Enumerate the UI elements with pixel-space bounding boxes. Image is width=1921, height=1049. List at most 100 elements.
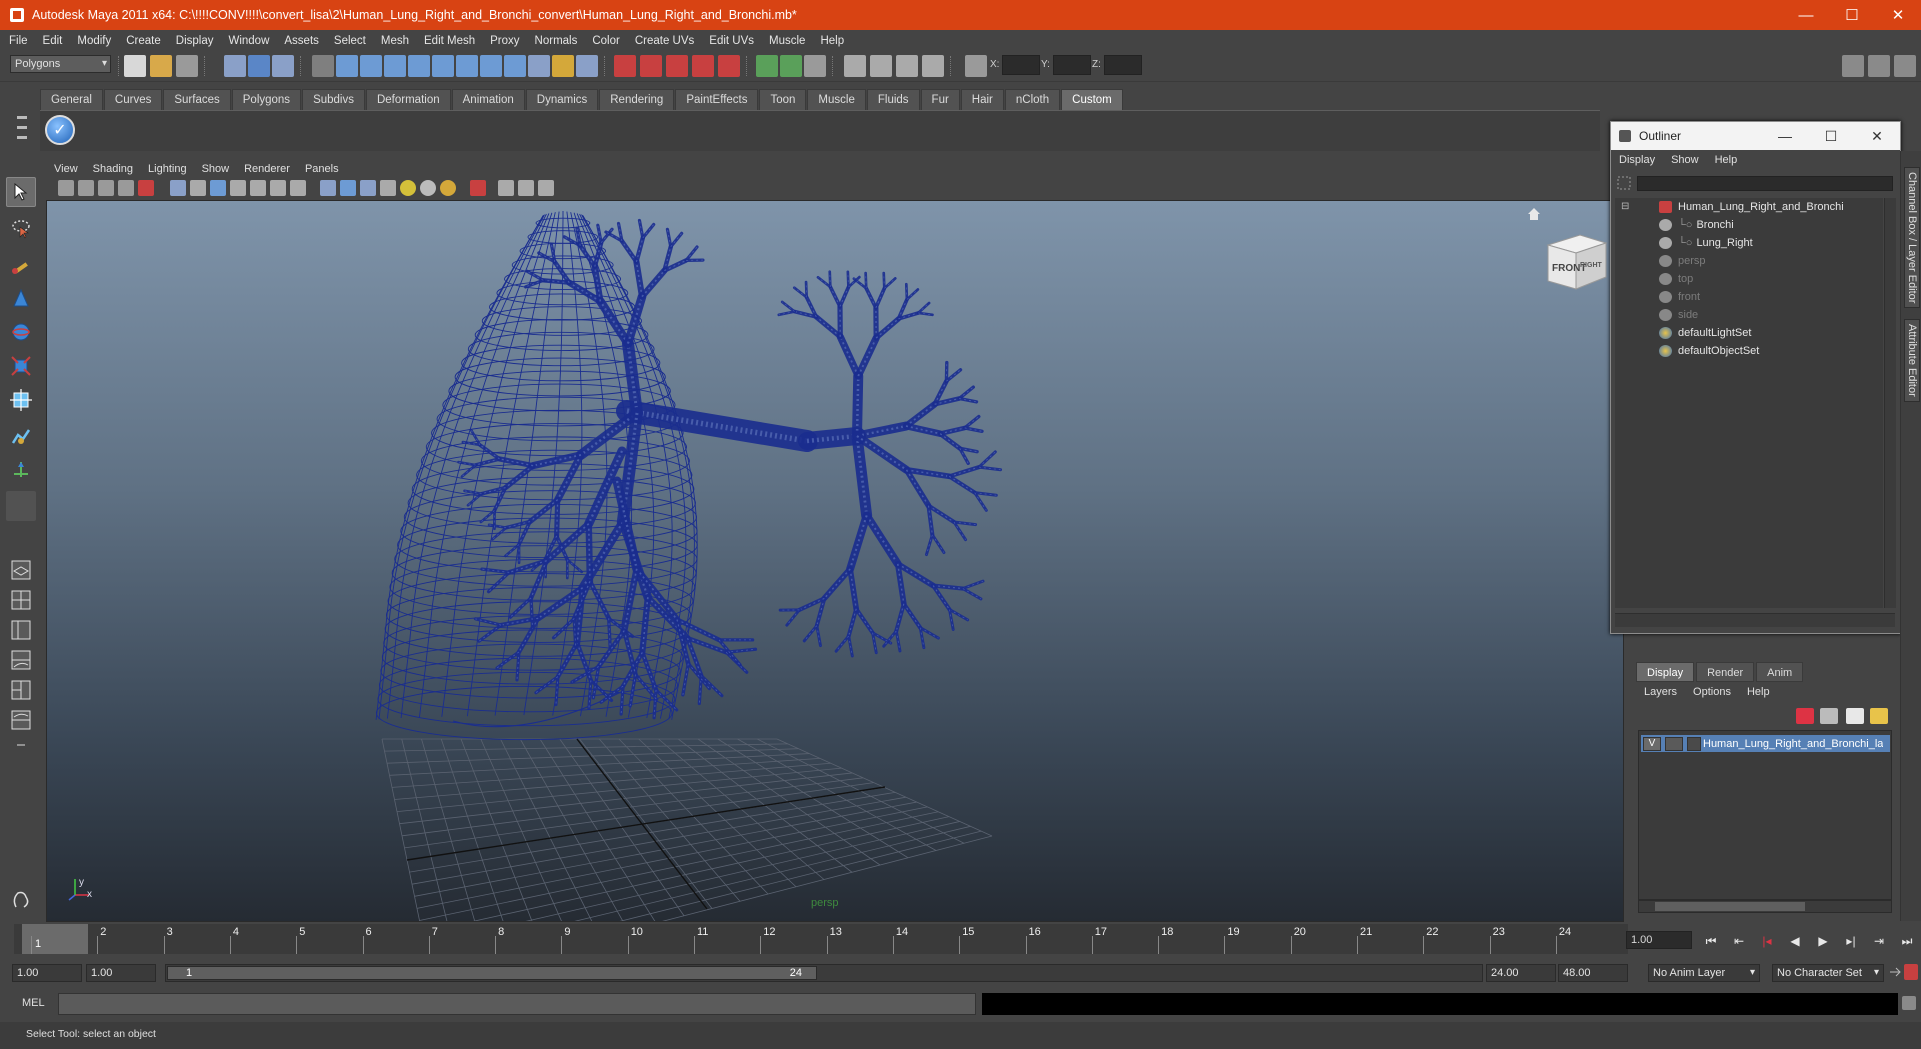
panel-menu-shading[interactable]: Shading xyxy=(93,163,133,175)
resolution-gate-icon[interactable] xyxy=(210,180,226,196)
layer-tab-display[interactable]: Display xyxy=(1636,662,1695,682)
lasso-tool-icon[interactable] xyxy=(6,213,36,243)
panel-menu-renderer[interactable]: Renderer xyxy=(244,163,290,175)
panel-menu-lighting[interactable]: Lighting xyxy=(148,163,187,175)
rotate-tool-icon[interactable] xyxy=(6,317,36,347)
shadows-icon[interactable] xyxy=(440,180,456,196)
select-rendering-icon[interactable] xyxy=(480,55,502,77)
image-plane-icon[interactable] xyxy=(118,180,134,196)
outliner-item-front[interactable]: front xyxy=(1659,288,1700,306)
menu-file[interactable]: File xyxy=(9,35,28,47)
layer-color-swatch[interactable] xyxy=(1687,736,1701,751)
layer-menu-options[interactable]: Options xyxy=(1693,686,1731,698)
menu-mesh[interactable]: Mesh xyxy=(381,35,409,47)
outliner-minimize-button[interactable]: — xyxy=(1762,122,1808,150)
gate-mask-icon[interactable] xyxy=(230,180,246,196)
play-forwards-icon[interactable]: ▶ xyxy=(1809,932,1837,950)
shelf-grip-icon[interactable] xyxy=(14,112,30,148)
outliner-item-persp[interactable]: persp xyxy=(1659,252,1706,270)
minimize-button[interactable]: — xyxy=(1783,0,1829,30)
layer-horizontal-scrollbar[interactable] xyxy=(1638,900,1892,913)
shelf-tab-fluids[interactable]: Fluids xyxy=(866,89,920,110)
select-surfaces-icon[interactable] xyxy=(408,55,430,77)
animation-preferences-icon[interactable] xyxy=(1904,964,1918,980)
create-layer-from-selected-icon[interactable] xyxy=(1870,708,1888,724)
playback-start-field[interactable]: 1.00 xyxy=(86,964,156,982)
hypershade-layout-icon[interactable] xyxy=(6,675,36,705)
scale-tool-icon[interactable] xyxy=(6,351,36,381)
anim-layer-dropdown[interactable]: No Anim Layer xyxy=(1648,964,1760,982)
select-hierarchy-icon[interactable] xyxy=(224,55,246,77)
select-handles-icon[interactable] xyxy=(336,55,358,77)
menu-select[interactable]: Select xyxy=(334,35,366,47)
select-camera-icon[interactable] xyxy=(58,180,74,196)
layer-row[interactable]: V Human_Lung_Right_and_Bronchi_layer xyxy=(1641,735,1890,752)
current-time-field[interactable]: 1.00 xyxy=(1626,931,1692,949)
shelf-tab-muscle[interactable]: Muscle xyxy=(807,89,866,110)
menu-edit-uvs[interactable]: Edit UVs xyxy=(709,35,754,47)
auto-key-icon[interactable] xyxy=(1888,964,1902,980)
outliner-item-default-object-set[interactable]: defaultObjectSet xyxy=(1659,342,1759,360)
select-joints-icon[interactable] xyxy=(360,55,382,77)
film-gate-icon[interactable] xyxy=(190,180,206,196)
play-backwards-icon[interactable]: ◀ xyxy=(1781,932,1809,950)
bronchi-mesh[interactable] xyxy=(457,218,1003,720)
animation-end-field[interactable]: 48.00 xyxy=(1558,964,1628,982)
menu-display[interactable]: Display xyxy=(176,35,214,47)
wireframe-icon[interactable] xyxy=(320,180,336,196)
go-to-end-icon[interactable]: ⏭ xyxy=(1893,932,1921,950)
collapse-toggle-icon[interactable]: ⊟ xyxy=(1621,201,1629,212)
checkmark-shelf-icon[interactable]: ✓ xyxy=(45,115,75,145)
shelf-tab-subdivs[interactable]: Subdivs xyxy=(302,89,365,110)
select-deformations-icon[interactable] xyxy=(432,55,454,77)
single-perspective-layout-icon[interactable] xyxy=(6,555,36,585)
move-layer-up-icon[interactable] xyxy=(1796,708,1814,724)
shelf-tab-animation[interactable]: Animation xyxy=(451,89,525,110)
menu-create[interactable]: Create xyxy=(126,35,161,47)
render-view-icon[interactable] xyxy=(804,55,826,77)
shelf-tab-deformation[interactable]: Deformation xyxy=(365,89,451,110)
more-layouts-icon[interactable] xyxy=(6,735,36,755)
outliner-item-default-light-set[interactable]: defaultLightSet xyxy=(1659,324,1751,342)
layer-display-type-toggle[interactable] xyxy=(1665,736,1683,751)
select-dynamics-icon[interactable] xyxy=(456,55,478,77)
menu-normals[interactable]: Normals xyxy=(535,35,578,47)
use-default-lighting-icon[interactable] xyxy=(400,180,416,196)
shelf-tab-hair[interactable]: Hair xyxy=(960,89,1004,110)
outliner-menu-help[interactable]: Help xyxy=(1715,154,1738,166)
select-tool-icon[interactable] xyxy=(6,177,36,207)
menu-color[interactable]: Color xyxy=(592,35,619,47)
outliner-vertical-scrollbar[interactable] xyxy=(1884,198,1896,608)
viewcube-right-label[interactable]: RIGHT xyxy=(1580,262,1603,269)
panel-menu-show[interactable]: Show xyxy=(202,163,230,175)
layer-menu-layers[interactable]: Layers xyxy=(1644,686,1677,698)
shelf-tab-toon[interactable]: Toon xyxy=(759,89,807,110)
range-slider-handle[interactable]: 1 24 xyxy=(167,966,817,980)
z-field[interactable] xyxy=(1104,55,1142,75)
perspective-viewport[interactable]: FRONT RIGHT y x persp xyxy=(46,200,1624,922)
layer-tab-render[interactable]: Render xyxy=(1696,662,1755,682)
menu-proxy[interactable]: Proxy xyxy=(490,35,519,47)
hidden-tool-icon[interactable] xyxy=(6,885,36,915)
shelf-tab-rendering[interactable]: Rendering xyxy=(599,89,675,110)
four-view-layout-icon[interactable] xyxy=(6,585,36,615)
help-query-icon[interactable] xyxy=(528,55,550,77)
isolate-select-icon[interactable] xyxy=(470,180,486,196)
universal-manipulator-icon[interactable] xyxy=(6,385,36,415)
move-tool-icon[interactable] xyxy=(6,283,36,313)
menu-set-dropdown[interactable]: Polygons xyxy=(10,55,111,73)
outliner-filter-icon[interactable] xyxy=(1617,176,1631,190)
shelf-tab-dynamics[interactable]: Dynamics xyxy=(525,89,599,110)
two-d-pan-zoom-icon[interactable] xyxy=(138,180,154,196)
textured-icon[interactable] xyxy=(380,180,396,196)
menu-edit-mesh[interactable]: Edit Mesh xyxy=(424,35,475,47)
lock-selection-icon[interactable] xyxy=(552,55,574,77)
panel-menu-panels[interactable]: Panels xyxy=(305,163,339,175)
script-editor-icon[interactable] xyxy=(1902,996,1916,1010)
safe-title-icon[interactable] xyxy=(290,180,306,196)
home-icon[interactable] xyxy=(1527,207,1541,221)
select-component-icon[interactable] xyxy=(272,55,294,77)
hypershade-icon[interactable] xyxy=(922,55,944,77)
paint-select-tool-icon[interactable] xyxy=(6,249,36,279)
backface-culling-icon[interactable] xyxy=(538,180,554,196)
